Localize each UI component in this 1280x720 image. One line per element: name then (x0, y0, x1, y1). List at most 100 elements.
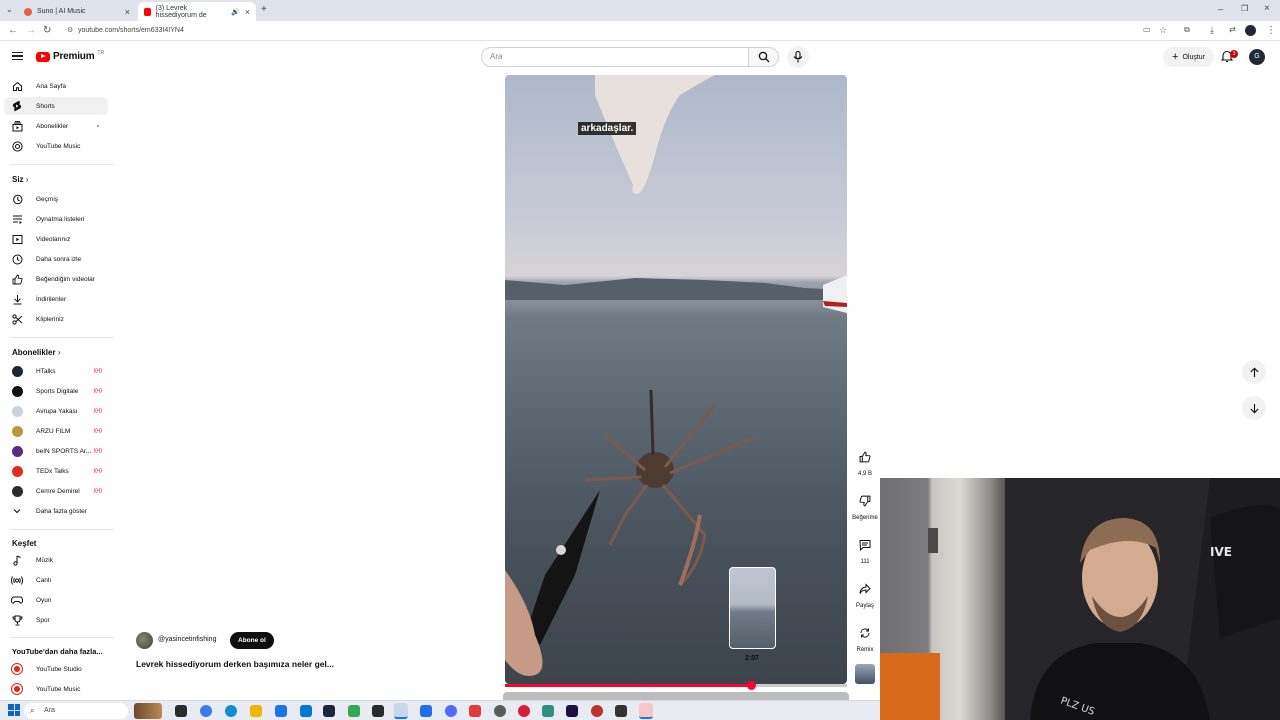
extensions-icon[interactable]: ⧉ (1184, 25, 1190, 35)
premiere-icon[interactable] (566, 705, 578, 717)
sidebar-item-youtube-music[interactable]: YouTube Music (4, 137, 108, 155)
sidebar-item-clips[interactable]: Klipleriniz (4, 310, 108, 328)
youtube-premium-logo[interactable]: Premium TR (36, 50, 104, 62)
site-info-icon[interactable]: ⚙ (67, 24, 73, 38)
sidebar-item-label: Videolarınız (36, 235, 71, 243)
channel-name[interactable]: @yasincetinfishing (158, 636, 216, 643)
new-tab-icon[interactable]: + (261, 4, 267, 15)
reload-icon[interactable]: ↻ (43, 25, 51, 36)
sidebar-item-home[interactable]: Ana Sayfa (4, 77, 108, 95)
video-title[interactable]: Levrek hissediyorum derken başımıza nele… (136, 659, 334, 669)
dislike-button[interactable]: Beğenme (850, 490, 880, 521)
video-progress-handle[interactable] (747, 681, 757, 690)
bookmark-star-icon[interactable]: ☆ (1159, 25, 1167, 36)
sidebar-item-sports[interactable]: Spor (4, 611, 108, 629)
sidebar-item-youtube-studio[interactable]: YouTube Studio (4, 660, 108, 678)
back-icon[interactable]: ← (8, 25, 18, 36)
sidebar-subscription-item[interactable]: Avrupa Yakası ((•)) (4, 402, 108, 420)
sound-thumbnail[interactable] (855, 664, 875, 684)
profile-avatar-icon[interactable] (1245, 25, 1256, 36)
edge-icon[interactable] (225, 705, 237, 717)
audio-playing-icon[interactable]: 🔊 (231, 8, 240, 16)
task-view-icon[interactable] (175, 705, 187, 717)
sidebar-item-watch-later[interactable]: Daha sonra izle (4, 250, 108, 268)
translate-icon[interactable]: ⇄ (1229, 25, 1236, 34)
sidebar-item-subscriptions[interactable]: Abonelikler (4, 117, 108, 135)
start-button-icon[interactable] (8, 704, 20, 716)
calendar-icon[interactable] (469, 705, 481, 717)
downloads-icon[interactable]: ⤓ (1210, 25, 1214, 36)
restore-window-icon[interactable]: ❐ (1241, 4, 1248, 13)
sidebar-subscription-item[interactable]: Sports Digitale ((•)) (4, 382, 108, 400)
close-tab-icon[interactable]: × (125, 7, 130, 17)
close-window-icon[interactable]: × (1264, 3, 1270, 14)
sidebar-item-gaming[interactable]: Oyun (4, 591, 108, 609)
like-button[interactable]: 4,9 B (850, 446, 880, 477)
browser-menu-icon[interactable]: ⋮ (1266, 25, 1276, 36)
terminal-icon[interactable] (542, 705, 554, 717)
sidebar-subscription-item[interactable]: ARZU FILM ((•)) (4, 422, 108, 440)
photos-icon[interactable] (348, 705, 360, 717)
opera-icon[interactable] (518, 705, 530, 717)
sidebar-item-live[interactable]: Canlı (4, 571, 108, 589)
share-button[interactable]: Paylaş (850, 578, 880, 609)
close-tab-icon[interactable]: × (245, 7, 250, 17)
url-field[interactable]: ⚙ youtube.com/shorts/em633I4IYN4 (64, 24, 1134, 38)
steam-icon[interactable] (323, 705, 335, 717)
sidebar-item-label: Spor (36, 616, 50, 624)
sidebar-subscription-item[interactable]: beIN SPORTS Ar... ((•)) (4, 442, 108, 460)
widgets-icon[interactable] (134, 703, 162, 719)
channel-avatar-icon (8, 425, 26, 437)
store-icon[interactable] (275, 705, 287, 717)
vpn-icon[interactable] (445, 705, 457, 717)
davinci-icon[interactable] (591, 705, 603, 717)
mail-icon[interactable] (300, 705, 312, 717)
sidebar-item-label: Ana Sayfa (36, 82, 66, 90)
chrome-icon[interactable] (394, 703, 408, 719)
channel-avatar[interactable] (136, 632, 153, 649)
subscribe-button[interactable]: Abone ol (230, 632, 274, 649)
sidebar-subscriptions-heading[interactable]: Abonelikler › (12, 348, 60, 357)
remix-button[interactable]: Remix (850, 622, 880, 653)
sidebar-show-more[interactable]: Daha fazla göster (4, 502, 108, 520)
hamburger-menu-icon[interactable] (12, 52, 23, 60)
next-short-button[interactable] (1242, 396, 1266, 420)
sidebar-item-liked-videos[interactable]: Beğendiğim videolar (4, 270, 108, 288)
github-icon[interactable] (494, 705, 506, 717)
cast-icon[interactable]: ▭ (1143, 25, 1151, 34)
sidebar-subscription-item[interactable]: Cemre Demirel ((•)) (4, 482, 108, 500)
logo-text: Premium (53, 51, 95, 62)
tab-suno[interactable]: Suno | AI Music × (18, 2, 136, 21)
zoom-icon[interactable] (420, 705, 432, 717)
sidebar-item-your-videos[interactable]: Videolarınız (4, 230, 108, 248)
obs-icon[interactable] (372, 705, 384, 717)
comments-button[interactable]: 111 (850, 534, 880, 565)
sidebar-item-shorts[interactable]: Shorts (4, 97, 108, 115)
sidebar-item-downloads[interactable]: İndirilenler (4, 290, 108, 308)
vegas-icon[interactable] (615, 705, 627, 717)
minimize-window-icon[interactable]: – (1218, 4, 1223, 14)
share-label: Paylaş (855, 603, 874, 609)
search-button[interactable] (749, 47, 779, 67)
taskbar-search[interactable]: ⌕ Ara (24, 703, 128, 719)
create-button[interactable]: + Oluştur (1163, 47, 1214, 67)
copilot-icon[interactable] (200, 705, 212, 717)
tab-list-chevron-icon[interactable]: ⌄ (6, 5, 13, 14)
forward-icon[interactable]: → (26, 25, 36, 36)
tab-youtube-short[interactable]: (3) Levrek hissediyorum de 🔊 × (138, 2, 256, 21)
sidebar-subscription-item[interactable]: TEDx Talks ((•)) (4, 462, 108, 480)
sidebar-item-playlists[interactable]: Oynatma listeleri (4, 210, 108, 228)
sidebar-item-history[interactable]: Geçmiş (4, 190, 108, 208)
file-explorer-icon[interactable] (250, 705, 262, 717)
sidebar-item-youtube-music-app[interactable]: YouTube Music (4, 680, 108, 698)
search-input[interactable]: Ara (481, 47, 749, 67)
next-short-peek[interactable] (503, 692, 849, 700)
capcut-icon[interactable] (639, 703, 653, 719)
voice-search-button[interactable] (787, 46, 809, 68)
account-avatar[interactable]: G (1249, 49, 1265, 65)
previous-short-button[interactable] (1242, 360, 1266, 384)
sidebar-you-heading[interactable]: Siz › (12, 175, 28, 184)
sidebar-item-music[interactable]: Müzik (4, 551, 108, 569)
shorts-video-player[interactable] (505, 75, 847, 684)
sidebar-subscription-item[interactable]: HTalks ((•)) (4, 362, 108, 380)
